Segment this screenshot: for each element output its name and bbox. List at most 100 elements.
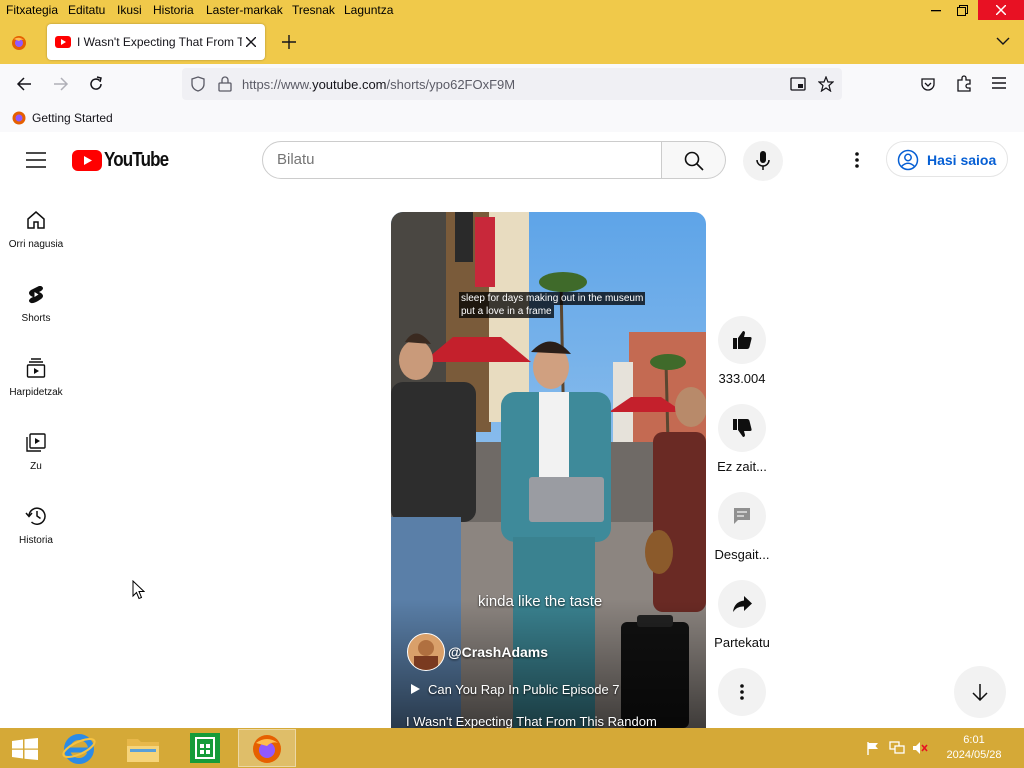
tab-youtube[interactable]: I Wasn't Expecting That From This Random: [47, 24, 265, 60]
settings-more-vertical-icon[interactable]: [855, 152, 859, 168]
share-label: Partekatu: [714, 635, 770, 650]
mouse-cursor-icon: [132, 580, 145, 600]
dislike-button[interactable]: [718, 404, 766, 452]
taskbar-store[interactable]: [176, 729, 234, 767]
sidebar-item-label: Orri nagusia: [8, 239, 64, 250]
lock-icon[interactable]: [218, 76, 232, 92]
sidebar-item-home[interactable]: Orri nagusia: [0, 210, 72, 250]
start-button[interactable]: [0, 729, 50, 767]
sidebar-item-you[interactable]: Zu: [0, 432, 72, 472]
extensions-puzzle-icon[interactable]: [956, 75, 972, 92]
bookmark-star-icon[interactable]: [818, 76, 834, 92]
taskbar-internet-explorer[interactable]: [50, 729, 108, 767]
volume-muted-icon[interactable]: [912, 741, 928, 755]
store-icon: [190, 733, 220, 763]
sidebar-item-label: Historia: [19, 535, 53, 546]
tab-close-icon[interactable]: [246, 37, 256, 47]
youtube-masthead: YouTube Hasi saioa: [0, 132, 1024, 188]
taskbar-firefox[interactable]: [238, 729, 296, 767]
home-icon: [27, 211, 45, 229]
taskbar-file-explorer[interactable]: [114, 729, 172, 767]
restore-icon: [956, 4, 968, 16]
url-bar[interactable]: https://www.youtube.com/shorts/ypo62FOxF…: [182, 68, 842, 100]
share-arrow-icon: [733, 596, 752, 612]
new-tab-icon[interactable]: [282, 35, 296, 49]
comments-button[interactable]: [718, 492, 766, 540]
clock-time: 6:01: [963, 734, 985, 746]
youtube-favicon-icon: [55, 36, 71, 48]
menu-bar: Fitxategia Editatu Ikusi Historia Laster…: [0, 0, 1024, 22]
search-button[interactable]: [662, 141, 726, 179]
playlist-link[interactable]: Can You Rap In Public Episode 7: [428, 682, 620, 697]
microphone-icon: [756, 151, 770, 170]
tab-strip: I Wasn't Expecting That From This Random: [0, 22, 1024, 64]
youtube-logo-text: YouTube: [104, 148, 169, 171]
search-box[interactable]: [262, 141, 662, 179]
account-circle-icon: [897, 149, 919, 171]
list-tabs-chevron-down-icon[interactable]: [996, 37, 1010, 45]
app-menu-hamburger-icon[interactable]: [992, 77, 1006, 89]
dislike-label: Ez zait...: [717, 459, 767, 474]
bookmark-label: Getting Started: [32, 111, 113, 125]
sidebar-item-label: Zu: [30, 461, 42, 472]
sidebar-item-history[interactable]: Historia: [0, 506, 72, 546]
comment-icon: [734, 508, 750, 524]
voice-search-button[interactable]: [743, 141, 783, 181]
internet-explorer-icon: [62, 734, 96, 764]
clock-date: 2024/05/28: [946, 749, 1002, 761]
forward-arrow-icon[interactable]: [53, 76, 69, 92]
menu-file[interactable]: Fitxategia: [6, 3, 58, 17]
firefox-view-icon[interactable]: [11, 35, 27, 51]
guide-hamburger-icon[interactable]: [26, 152, 46, 168]
sign-in-button[interactable]: Hasi saioa: [886, 141, 1008, 177]
shield-icon[interactable]: [190, 76, 206, 92]
sidebar-item-subscriptions[interactable]: Harpidetzak: [0, 358, 72, 398]
pocket-icon[interactable]: [920, 76, 936, 92]
url-text[interactable]: https://www.youtube.com/shorts/ypo62FOxF…: [242, 77, 515, 92]
menu-tools[interactable]: Tresnak: [292, 3, 335, 17]
network-icon[interactable]: [889, 741, 905, 755]
menu-view[interactable]: Ikusi: [117, 3, 142, 17]
close-window-button[interactable]: [978, 0, 1024, 20]
menu-bookmarks[interactable]: Laster-markak: [206, 3, 283, 17]
play-icon: [411, 684, 420, 694]
menu-help[interactable]: Laguntza: [344, 3, 393, 17]
back-arrow-icon[interactable]: [16, 76, 32, 92]
avatar-image: [414, 640, 438, 670]
taskbar-clock[interactable]: 6:01 2024/05/28: [934, 733, 1014, 763]
windows-taskbar: 6:01 2024/05/28: [0, 728, 1024, 768]
video-title[interactable]: I Wasn't Expecting That From This Random: [406, 714, 657, 728]
file-explorer-folder-icon: [127, 739, 159, 762]
shorts-video-player[interactable]: sleep for days making out in the museum …: [391, 212, 706, 728]
share-button[interactable]: [718, 580, 766, 628]
search-input[interactable]: [277, 151, 637, 168]
close-icon: [996, 5, 1006, 15]
action-center-flag-icon[interactable]: [866, 741, 880, 755]
bookmarks-toolbar: Getting Started: [0, 104, 1024, 133]
thumbs-up-icon: [733, 331, 752, 349]
history-icon: [25, 507, 46, 525]
channel-name[interactable]: @CrashAdams: [448, 644, 548, 660]
sign-in-label: Hasi saioa: [927, 152, 997, 168]
youtube-logo[interactable]: YouTube: [72, 148, 180, 172]
more-vertical-icon: [740, 684, 744, 700]
menu-history[interactable]: Historia: [153, 3, 194, 17]
sidebar-item-label: Harpidetzak: [9, 387, 63, 398]
more-actions-button[interactable]: [718, 668, 766, 716]
video-caption-line: put a love in a frame: [459, 305, 554, 318]
next-short-button[interactable]: [954, 666, 1006, 718]
like-count: 333.004: [718, 371, 766, 386]
shorts-icon: [29, 286, 43, 304]
bookmark-getting-started[interactable]: Getting Started: [12, 110, 113, 126]
thumbs-down-icon: [733, 419, 752, 437]
picture-in-picture-icon[interactable]: [790, 77, 806, 91]
video-lyric-text: kinda like the taste: [478, 593, 603, 610]
menu-edit[interactable]: Editatu: [68, 3, 105, 17]
sidebar-item-shorts[interactable]: Shorts: [0, 284, 72, 324]
channel-avatar[interactable]: [407, 633, 445, 671]
reload-icon[interactable]: [88, 76, 104, 92]
firefox-icon: [253, 735, 281, 763]
like-button[interactable]: [718, 316, 766, 364]
video-caption-line: sleep for days making out in the museum: [459, 292, 646, 305]
windows-logo-icon: [12, 738, 38, 760]
